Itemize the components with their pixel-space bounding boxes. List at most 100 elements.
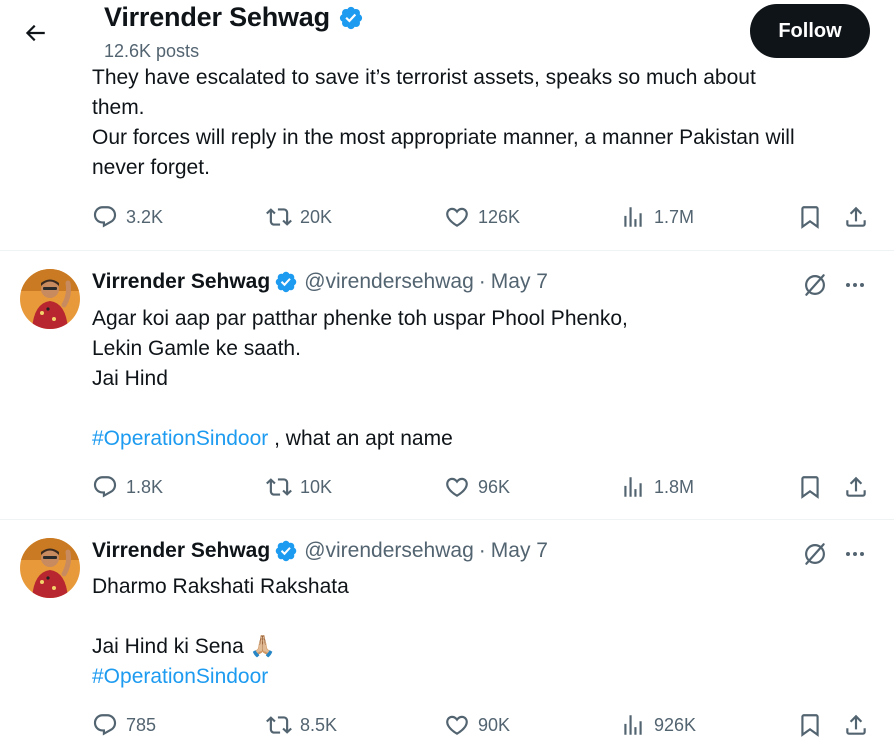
tweet-header: Virrender Sehwag @virendersehwag · May 7	[92, 270, 548, 294]
avatar[interactable]	[20, 538, 80, 598]
reply-count: 3.2K	[126, 206, 164, 227]
separator-dot: ·	[478, 539, 486, 562]
hashtag-link[interactable]: #OperationSindoor	[92, 665, 268, 688]
tweet-line: Our forces will reply in the most approp…	[92, 126, 795, 149]
share-icon	[846, 714, 866, 735]
profile-header: Virrender Sehwag 12.6K posts Follow	[0, 0, 894, 66]
tweet-actions: 1.8K 10K 96K 1.8M	[0, 470, 894, 504]
repost-button[interactable]: 20K	[266, 200, 332, 234]
more-icon	[846, 552, 864, 556]
author-handle[interactable]: @virendersehwag	[304, 270, 474, 294]
share-icon	[846, 206, 866, 227]
views-count: 1.7M	[654, 206, 695, 227]
like-button[interactable]: 90K	[444, 708, 510, 742]
repost-button[interactable]: 10K	[266, 470, 332, 504]
views-button[interactable]: 1.7M	[620, 200, 694, 234]
tweet-line: them.	[92, 96, 145, 119]
reply-count: 1.8K	[126, 476, 164, 497]
share-button[interactable]	[843, 200, 869, 234]
hashtag-link[interactable]: #OperationSindoor	[92, 427, 268, 450]
tweet-line: never forget.	[92, 156, 210, 179]
bookmark-icon	[801, 206, 819, 229]
tweet-line: Jai Hind ki Sena 🙏🏼	[92, 635, 276, 658]
grok-button[interactable]	[800, 270, 830, 300]
views-button[interactable]: 1.8M	[620, 470, 694, 504]
tweet-date[interactable]: May 7	[491, 270, 548, 294]
tweet-text: Agar koi aap par patthar phenke toh uspa…	[92, 304, 874, 454]
tweet-line: Agar koi aap par patthar phenke toh uspa…	[92, 307, 628, 330]
author-name[interactable]: Virrender Sehwag	[92, 539, 270, 563]
tweet-text: Dharmo Rakshati Rakshata Jai Hind ki Sen…	[92, 572, 874, 692]
post-count: 12.6K posts	[104, 41, 200, 61]
reply-button[interactable]: 785	[92, 708, 156, 742]
tweet-line	[92, 394, 874, 424]
reply-button[interactable]: 3.2K	[92, 200, 163, 234]
share-button[interactable]	[843, 708, 869, 742]
views-icon	[624, 207, 642, 227]
share-icon	[846, 476, 866, 497]
bookmark-button[interactable]	[797, 200, 823, 234]
verified-badge	[274, 270, 298, 294]
back-arrow-icon	[25, 24, 45, 42]
grok-icon	[805, 274, 825, 296]
reply-icon	[93, 206, 117, 228]
repost-count: 10K	[300, 476, 333, 497]
tweet-text: They have escalated to save it’s terrori…	[92, 63, 874, 183]
tweet-line	[92, 602, 874, 632]
verified-badge-icon	[339, 6, 363, 29]
reply-icon	[93, 714, 117, 736]
bookmark-button[interactable]	[797, 470, 823, 504]
more-button[interactable]	[840, 539, 870, 569]
tweet-header: Virrender Sehwag @virendersehwag · May 7	[92, 539, 548, 563]
bookmark-button[interactable]	[797, 708, 823, 742]
repost-icon	[266, 716, 292, 734]
views-button[interactable]: 926K	[620, 708, 696, 742]
tweet-line: Dharmo Rakshati Rakshata	[92, 575, 349, 598]
repost-button[interactable]: 8.5K	[266, 708, 337, 742]
back-button[interactable]	[20, 18, 50, 48]
tweet-line: Lekin Gamle ke saath.	[92, 337, 301, 360]
like-count: 90K	[478, 714, 511, 735]
more-button[interactable]	[840, 270, 870, 300]
repost-icon	[266, 208, 292, 226]
more-icon	[846, 283, 864, 287]
reply-icon	[93, 476, 117, 498]
like-button[interactable]: 96K	[444, 470, 510, 504]
share-button[interactable]	[843, 470, 869, 504]
like-icon	[446, 477, 468, 497]
tweet-line: Jai Hind	[92, 367, 168, 390]
tweet-card[interactable]: Virrender Sehwag @virendersehwag · May 7…	[0, 520, 894, 753]
like-icon	[446, 207, 468, 227]
views-icon	[624, 715, 642, 735]
like-button[interactable]: 126K	[444, 200, 520, 234]
profile-name: Virrender Sehwag	[104, 2, 364, 33]
tweet-actions: 785 8.5K 90K 926K	[0, 708, 894, 742]
reply-button[interactable]: 1.8K	[92, 470, 163, 504]
avatar[interactable]	[20, 269, 80, 329]
avatar-photo	[20, 269, 80, 329]
profile-name-text: Virrender Sehwag	[104, 2, 330, 32]
grok-button[interactable]	[800, 539, 830, 569]
avatar-photo	[20, 538, 80, 598]
author-handle[interactable]: @virendersehwag	[304, 539, 474, 563]
repost-count: 8.5K	[300, 714, 338, 735]
bookmark-icon	[801, 476, 819, 499]
like-count: 126K	[478, 206, 521, 227]
separator-dot: ·	[478, 270, 486, 293]
repost-count: 20K	[300, 206, 333, 227]
views-count: 926K	[654, 714, 697, 735]
author-name[interactable]: Virrender Sehwag	[92, 270, 270, 294]
tweet-date[interactable]: May 7	[491, 539, 548, 563]
grok-icon	[805, 543, 825, 565]
tweet-actions: 3.2K 20K 126K 1.7M	[0, 200, 894, 234]
tweet-card[interactable]: Virrender Sehwag @virendersehwag · May 7…	[0, 251, 894, 520]
reply-count: 785	[126, 714, 157, 735]
follow-button[interactable]: Follow	[750, 4, 870, 58]
views-count: 1.8M	[654, 476, 695, 497]
bookmark-icon	[801, 714, 819, 737]
tweet-line: They have escalated to save it’s terrori…	[92, 66, 756, 89]
like-count: 96K	[478, 476, 511, 497]
tweet-line: #OperationSindoor	[92, 662, 874, 692]
verified-badge-icon	[275, 540, 297, 562]
repost-icon	[266, 478, 292, 496]
